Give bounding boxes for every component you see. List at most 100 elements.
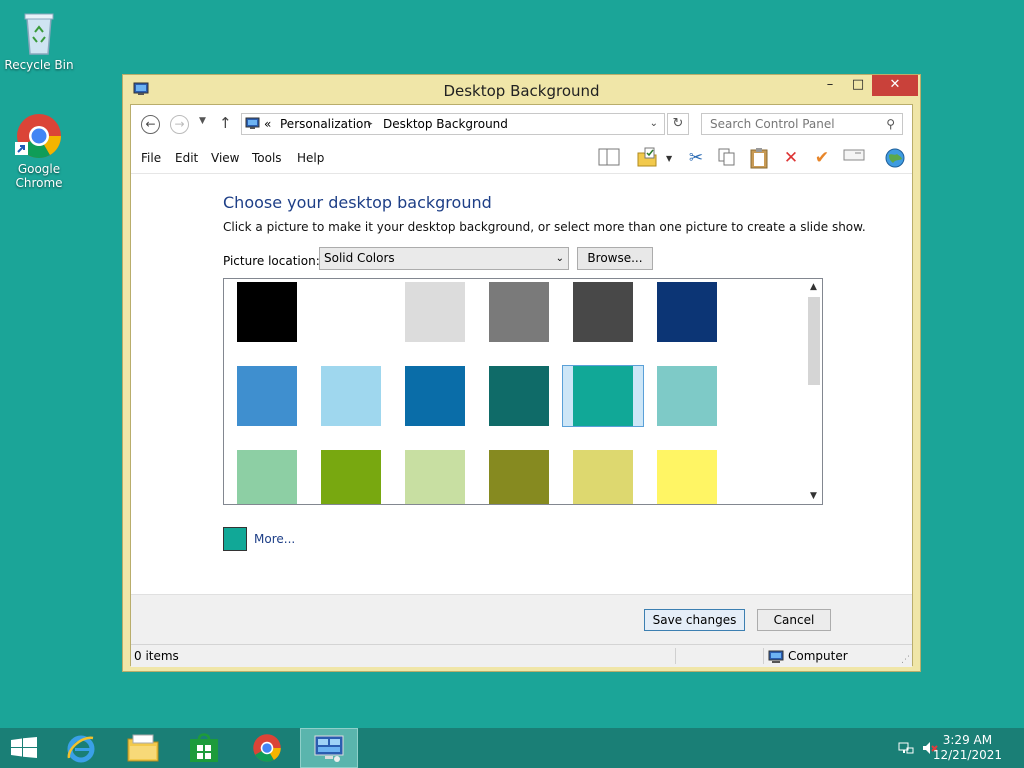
- refresh-button[interactable]: ↻: [667, 113, 689, 135]
- picture-location-label: Picture location:: [223, 254, 320, 268]
- properties-check-icon[interactable]: ✔: [811, 147, 833, 169]
- save-changes-button[interactable]: Save changes: [644, 609, 745, 631]
- system-clock[interactable]: 3:29 AM 12/21/2021: [933, 733, 1002, 763]
- title-bar[interactable]: Desktop Background – □ ✕: [123, 75, 920, 105]
- close-button[interactable]: ✕: [872, 75, 918, 96]
- recycle-bin-icon: [15, 8, 63, 56]
- status-item-count: 0 items: [134, 649, 179, 663]
- scroll-down-icon[interactable]: ▼: [805, 491, 822, 501]
- refresh-icon: ↻: [672, 116, 684, 131]
- swatch-scrollbar[interactable]: ▲ ▼: [805, 279, 822, 504]
- menu-edit[interactable]: Edit: [175, 151, 198, 165]
- color-swatch[interactable]: [405, 282, 465, 342]
- search-placeholder: Search Control Panel: [710, 117, 835, 131]
- color-swatch[interactable]: [657, 450, 717, 504]
- globe-icon[interactable]: [884, 147, 906, 169]
- color-swatch[interactable]: [237, 450, 297, 504]
- preview-pane-icon[interactable]: [598, 147, 620, 169]
- address-bar[interactable]: « Personalization ▸ Desktop Background ⌄: [241, 113, 665, 135]
- breadcrumb-separator-icon[interactable]: ▸: [368, 114, 373, 134]
- internet-explorer-icon: [65, 732, 97, 767]
- color-swatch[interactable]: [573, 450, 633, 504]
- chrome-icon: [15, 112, 63, 160]
- breadcrumb-desktop-background[interactable]: Desktop Background: [383, 114, 508, 134]
- desktop-background-window: Desktop Background – □ ✕ ← → ▼ ↑ « Perso…: [122, 74, 921, 672]
- menu-help[interactable]: Help: [297, 151, 324, 165]
- windows-start-button[interactable]: [0, 728, 58, 768]
- recent-pages-chevron-icon[interactable]: ▼: [199, 116, 206, 126]
- color-swatch[interactable]: [657, 366, 717, 426]
- scroll-up-icon[interactable]: ▲: [805, 282, 822, 292]
- color-swatch-list: ▲ ▼: [223, 278, 823, 505]
- up-arrow-icon[interactable]: ↑: [219, 114, 232, 132]
- cancel-button[interactable]: Cancel: [757, 609, 831, 631]
- more-colors-link[interactable]: More...: [254, 532, 295, 546]
- search-icon[interactable]: ⚲: [886, 114, 895, 134]
- status-divider: [675, 648, 676, 664]
- folder-properties-icon[interactable]: [636, 147, 658, 169]
- clock-time: 3:29 AM: [942, 733, 993, 747]
- store-icon: [189, 733, 219, 766]
- windows-start-icon: [11, 737, 37, 762]
- desktop-icon-label: Recycle Bin: [4, 58, 74, 72]
- picture-location-value: Solid Colors: [324, 251, 395, 265]
- network-icon[interactable]: [898, 740, 914, 759]
- rename-icon[interactable]: [843, 147, 865, 169]
- color-swatch[interactable]: [237, 366, 297, 426]
- status-bar: 0 items Computer ⋰: [131, 644, 912, 667]
- status-location: Computer: [788, 649, 848, 663]
- menu-view[interactable]: View: [211, 151, 239, 165]
- color-swatch[interactable]: [657, 282, 717, 342]
- breadcrumb-personalization[interactable]: Personalization: [280, 114, 371, 134]
- color-swatch[interactable]: [405, 450, 465, 504]
- current-color-swatch[interactable]: [223, 527, 247, 551]
- taskbar-control-panel-active[interactable]: [300, 728, 358, 768]
- delete-icon[interactable]: ✕: [780, 147, 802, 169]
- resize-grip-icon[interactable]: ⋰: [901, 649, 910, 671]
- clock-date: 12/21/2021: [932, 748, 1002, 762]
- color-swatch-selected[interactable]: [573, 366, 633, 426]
- chrome-icon: [252, 733, 282, 766]
- menu-tools[interactable]: Tools: [252, 151, 282, 165]
- color-swatch[interactable]: [489, 282, 549, 342]
- address-dropdown-icon[interactable]: ⌄: [650, 114, 658, 134]
- menu-file[interactable]: File: [141, 151, 161, 165]
- desktop-icon-recycle-bin[interactable]: Recycle Bin: [1, 8, 77, 72]
- desktop-icon-chrome[interactable]: Google Chrome: [1, 112, 77, 190]
- status-divider: [763, 648, 764, 664]
- taskbar: 3:29 AM 12/21/2021: [0, 728, 1024, 768]
- taskbar-internet-explorer[interactable]: [52, 728, 110, 768]
- file-explorer-icon: [127, 734, 159, 765]
- chevron-down-icon: ⌄: [555, 253, 564, 264]
- main-content: Choose your desktop background Click a p…: [131, 174, 912, 594]
- taskbar-chrome[interactable]: [238, 728, 296, 768]
- desktop-icon-label: Google Chrome: [15, 162, 63, 190]
- back-button[interactable]: ←: [141, 115, 160, 134]
- color-swatch[interactable]: [489, 366, 549, 426]
- copy-icon[interactable]: [716, 147, 738, 169]
- color-swatch[interactable]: [573, 282, 633, 342]
- forward-button[interactable]: →: [170, 115, 189, 134]
- paste-icon[interactable]: [748, 147, 770, 169]
- color-swatch[interactable]: [489, 450, 549, 504]
- scroll-thumb[interactable]: [808, 297, 820, 385]
- color-swatch[interactable]: [321, 450, 381, 504]
- search-input[interactable]: Search Control Panel ⚲: [701, 113, 903, 135]
- control-panel-icon: [314, 735, 344, 766]
- cut-icon[interactable]: ✂: [685, 147, 707, 169]
- computer-icon: [768, 649, 784, 671]
- taskbar-file-explorer[interactable]: [114, 728, 172, 768]
- taskbar-store[interactable]: [176, 728, 234, 768]
- minimize-button[interactable]: –: [816, 75, 844, 96]
- control-panel-icon: [245, 117, 260, 137]
- browse-button[interactable]: Browse...: [577, 247, 653, 270]
- window-title: Desktop Background: [443, 82, 600, 100]
- maximize-button[interactable]: □: [844, 75, 872, 96]
- picture-location-dropdown[interactable]: Solid Colors ⌄: [319, 247, 569, 270]
- color-swatch[interactable]: [237, 282, 297, 342]
- color-swatch[interactable]: [321, 282, 381, 342]
- toolbar-dropdown-icon[interactable]: ▼: [666, 154, 672, 163]
- color-swatch[interactable]: [405, 366, 465, 426]
- breadcrumb-overflow[interactable]: «: [264, 114, 271, 134]
- color-swatch[interactable]: [321, 366, 381, 426]
